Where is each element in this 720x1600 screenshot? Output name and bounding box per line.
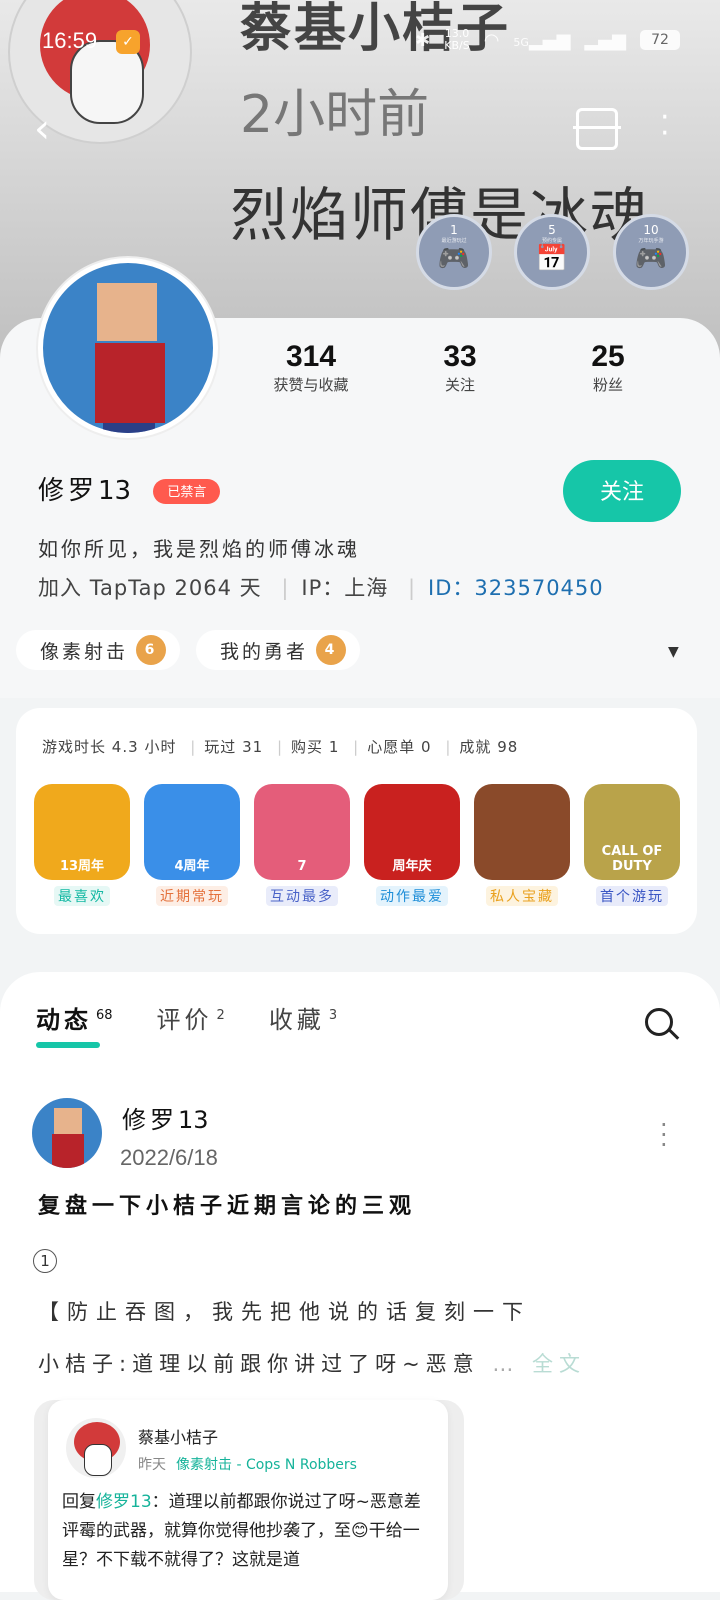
tag-my-brave[interactable]: 我的勇者 4 bbox=[196, 630, 361, 670]
status-bar: 16:59 ✓ ✱ 13.0 KB/S ◠ 5G▂▄▆ ▂▄▆ 72 bbox=[0, 28, 720, 62]
game-item[interactable]: 7 互动最多 bbox=[254, 784, 350, 906]
game-label: 互动最多 bbox=[266, 886, 338, 906]
quote-text: 回复修罗13：道理以前都跟你说过了呀~恶意差评霉的武器，就算你觉得他抄袭了，至😊… bbox=[62, 1492, 421, 1570]
stat-following-label: 关注 bbox=[444, 376, 475, 394]
feed-tabs: 动态 68 评价 2 收藏 3 bbox=[36, 1000, 337, 1035]
avatar-body bbox=[95, 343, 165, 423]
network-speed: 13.0 KB/S bbox=[444, 27, 470, 52]
quote-author-avatar[interactable] bbox=[66, 1418, 126, 1478]
badge-recent-played[interactable]: 1 最近游玩过 🎮 bbox=[416, 214, 492, 290]
tag-list: 像素射击 6 我的勇者 4 bbox=[16, 630, 361, 670]
stat-likes-label: 获赞与收藏 bbox=[273, 376, 349, 394]
game-item[interactable]: 周年庆 动作最爱 bbox=[364, 784, 460, 906]
post-title[interactable]: 复盘一下小桔子近期言论的三观 bbox=[38, 1188, 416, 1220]
game-icon[interactable]: 7 bbox=[254, 784, 350, 880]
game-icon[interactable]: 4周年 bbox=[144, 784, 240, 880]
notification-app-icon: ✓ bbox=[116, 30, 140, 54]
stat-following[interactable]: 33 关注 bbox=[420, 340, 500, 395]
gamepad-icon: 🎮 bbox=[437, 244, 471, 274]
post-author-name[interactable]: 修罗13 bbox=[122, 1100, 209, 1135]
stat-fans[interactable]: 25 粉丝 bbox=[568, 340, 648, 395]
stat-fans-label: 粉丝 bbox=[592, 376, 623, 394]
username: 修罗13 已禁言 bbox=[38, 470, 221, 507]
quote-game-link[interactable]: 像素射击 - Cops N Robbers bbox=[176, 1457, 357, 1473]
calendar-icon: 📅 bbox=[535, 244, 569, 274]
game-label: 私人宝藏 bbox=[486, 886, 558, 906]
muted-badge: 已禁言 bbox=[153, 479, 221, 504]
game-icon[interactable] bbox=[474, 784, 570, 880]
game-label: 动作最爱 bbox=[376, 886, 448, 906]
game-stats: 游戏时长 4.3 小时 | 玩过 31 | 购买 1 | 心愿单 0 | 成就 98 bbox=[42, 738, 519, 756]
tab-favorites[interactable]: 收藏 3 bbox=[269, 1000, 337, 1035]
game-label: 首个游玩 bbox=[596, 886, 668, 906]
search-icon[interactable] bbox=[645, 1008, 673, 1036]
game-item[interactable]: 4周年近期常玩 bbox=[144, 784, 240, 906]
tab-posts[interactable]: 动态 68 bbox=[36, 1000, 113, 1035]
user-info: 加入 TapTap 2064 天 | IP：上海 | ID：323570450 bbox=[38, 576, 604, 600]
battery-indicator: 72 bbox=[640, 30, 680, 50]
user-avatar[interactable] bbox=[38, 258, 218, 438]
game-icon[interactable]: 13周年 bbox=[34, 784, 130, 880]
level-icon: 6 bbox=[136, 635, 167, 665]
controller-icon: 🎮 bbox=[634, 244, 668, 274]
post-line-1: 【防止吞图，我先把他说的话复刻一下 bbox=[38, 1300, 531, 1324]
scan-icon[interactable] bbox=[573, 108, 621, 150]
game-item[interactable]: CALL OF DUTY 首个游玩 bbox=[584, 784, 680, 906]
post-line-2: 小桔子:道理以前跟你讲过了呀~恶意 … 全文 bbox=[38, 1352, 587, 1376]
signal-secondary-icon: ▂▄▆ bbox=[584, 29, 626, 51]
avatar-head bbox=[97, 283, 157, 341]
wifi-icon: ◠ bbox=[483, 29, 500, 51]
game-label: 最喜欢 bbox=[54, 886, 110, 906]
chevron-down-icon[interactable]: ▼ bbox=[668, 644, 679, 660]
quote-meta: 昨天 像素射击 - Cops N Robbers bbox=[138, 1457, 357, 1473]
post-marker: 1 bbox=[33, 1249, 57, 1273]
badge-veteran[interactable]: 10 万年玩手游 🎮 bbox=[613, 214, 689, 290]
game-item[interactable]: 私人宝藏 bbox=[474, 784, 570, 906]
game-label: 近期常玩 bbox=[156, 886, 228, 906]
level-icon: 4 bbox=[316, 635, 347, 665]
hero-subtitle: 2小时前 bbox=[240, 85, 430, 145]
back-arrow-icon[interactable]: ‹ bbox=[34, 106, 50, 152]
user-bio: 如你所见，我是烈焰的师傅冰魂 bbox=[38, 537, 360, 561]
active-tab-indicator bbox=[36, 1042, 100, 1048]
full-text-link[interactable]: 全文 bbox=[532, 1352, 586, 1376]
post-date: 2022/6/18 bbox=[120, 1145, 218, 1170]
game-icon[interactable]: CALL OF DUTY bbox=[584, 784, 680, 880]
post-more-icon[interactable]: · · · bbox=[660, 1113, 668, 1157]
quote-author-name[interactable]: 蔡基小桔子 bbox=[138, 1424, 218, 1448]
badge-reservation[interactable]: 5 预约专属 📅 bbox=[514, 214, 590, 290]
post-author-avatar[interactable] bbox=[32, 1098, 102, 1168]
signal-icon: 5G▂▄▆ bbox=[513, 29, 571, 51]
game-item[interactable]: 13周年最喜欢 bbox=[34, 784, 130, 906]
more-vertical-icon[interactable]: · · bbox=[660, 103, 670, 149]
status-time: 16:59 bbox=[42, 28, 98, 53]
tag-pixel-shooter[interactable]: 像素射击 6 bbox=[16, 630, 181, 670]
bluetooth-icon: ✱ bbox=[415, 29, 431, 51]
games-card: 游戏时长 4.3 小时 | 玩过 31 | 购买 1 | 心愿单 0 | 成就 98 1… bbox=[16, 708, 697, 934]
follow-button[interactable]: 关注 bbox=[563, 460, 681, 522]
stat-likes[interactable]: 314 获赞与收藏 bbox=[256, 340, 366, 395]
user-id[interactable]: ID：323570450 bbox=[428, 576, 604, 600]
game-list: 13周年 最喜欢 4周年 近期常玩 7 互动最多 周年庆 动作最爱 私人宝藏 CALL OF DU… bbox=[34, 784, 680, 906]
game-icon[interactable]: 周年庆 bbox=[364, 784, 460, 880]
tab-reviews[interactable]: 评价 2 bbox=[157, 1000, 225, 1035]
